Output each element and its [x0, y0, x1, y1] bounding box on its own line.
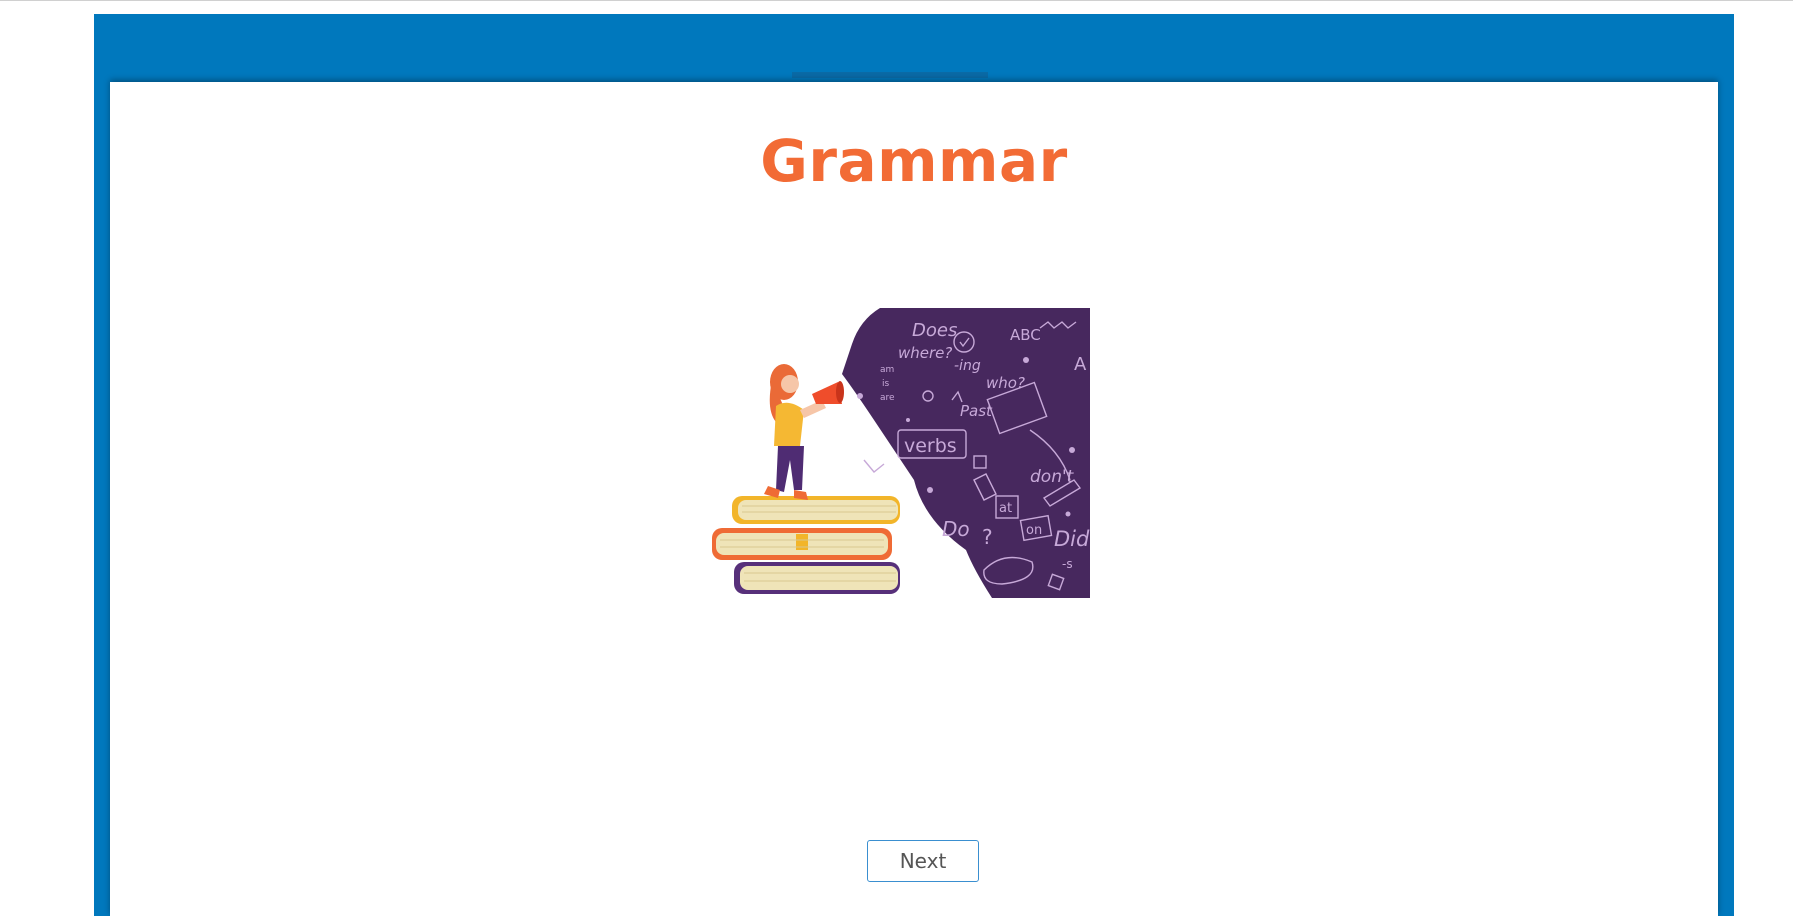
doodle-word-who: who? [986, 374, 1025, 392]
doodle-word-am: am [880, 365, 894, 375]
lesson-card: Grammar Does where? ABC -ing who? am is … [110, 82, 1718, 916]
girl-figure [764, 364, 844, 500]
header-tab-indicator [792, 72, 988, 78]
page-title: Grammar [760, 127, 1068, 195]
book-stack [712, 496, 900, 594]
window-top-border [0, 0, 1793, 1]
doodle-word-at: at [999, 501, 1012, 516]
next-button[interactable]: Next [867, 840, 979, 882]
doodle-word-where: where? [898, 344, 952, 362]
doodle-word-ing: -ing [954, 358, 981, 374]
grammar-illustration: Does where? ABC -ing who? am is are Past… [712, 308, 1090, 598]
doodle-word-question: ? [982, 525, 993, 549]
doodle-word-past: Past [960, 402, 993, 420]
doodle-word-are: are [880, 393, 895, 403]
doodle-word-is: is [882, 379, 890, 389]
doodle-word-a: A [1074, 354, 1087, 375]
doodle-word-did: Did [1054, 527, 1090, 551]
doodle-word-on: on [1026, 523, 1042, 538]
doodle-word-s: -s [1062, 557, 1073, 571]
doodle-word-abc: ABC [1010, 326, 1041, 344]
doodle-word-verbs: verbs [904, 435, 957, 457]
doodle-word-does: Does [912, 320, 957, 341]
doodle-word-do: Do [942, 517, 970, 541]
app-frame: Grammar Does where? ABC -ing who? am is … [94, 14, 1734, 916]
